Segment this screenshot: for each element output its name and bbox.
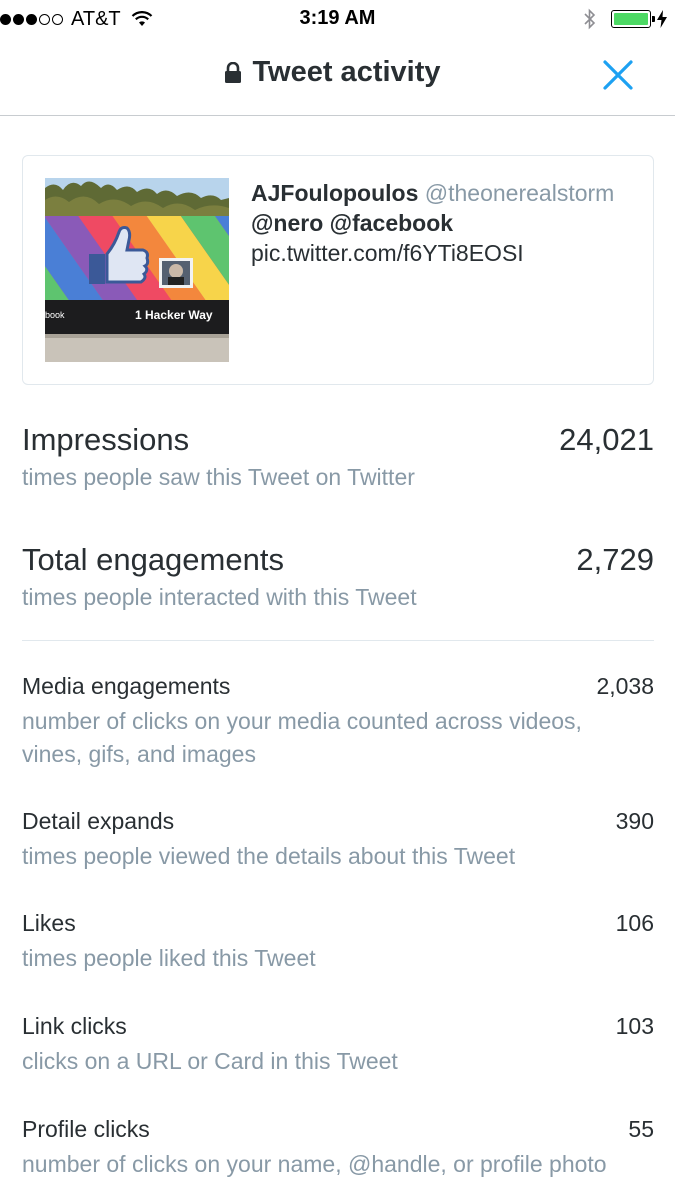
- page-title-text: Tweet activity: [252, 56, 441, 88]
- metric-media-engagements: Media engagements 2,038 number of clicks…: [22, 671, 654, 771]
- total-engagements-label: Total engagements: [22, 542, 284, 577]
- status-bar: AT&T 3:19 AM: [0, 0, 675, 38]
- metric-value: 2,038: [596, 673, 654, 699]
- total-engagements-value: 2,729: [576, 542, 654, 577]
- tweet-card[interactable]: book 1 Hacker Way AJFoulopoulos @theoner…: [22, 155, 654, 385]
- status-right: [583, 7, 667, 31]
- metric-label: Link clicks: [22, 1013, 127, 1039]
- metric-label: Profile clicks: [22, 1116, 150, 1142]
- metric-value: 103: [615, 1013, 654, 1039]
- metric-link-clicks: Link clicks 103 clicks on a URL or Card …: [22, 1011, 654, 1078]
- metric-desc: number of clicks on your media counted a…: [22, 708, 582, 767]
- status-time: 3:19 AM: [299, 7, 376, 29]
- close-icon[interactable]: [601, 58, 635, 92]
- impressions-stat: Impressions 24,021 times people saw this…: [22, 422, 654, 491]
- tweet-mentions[interactable]: @nero @facebook: [251, 208, 639, 238]
- metric-value: 55: [628, 1116, 654, 1142]
- metric-value: 390: [615, 808, 654, 834]
- page-title: Tweet activity: [0, 56, 675, 89]
- total-engagements-stat: Total engagements 2,729 times people int…: [22, 542, 654, 611]
- tweet-photo: book 1 Hacker Way: [45, 178, 229, 362]
- metric-label: Media engagements: [22, 673, 231, 699]
- impressions-value: 24,021: [559, 422, 654, 457]
- metric-desc: times people viewed the details about th…: [22, 843, 516, 869]
- metric-desc: times people liked this Tweet: [22, 945, 316, 971]
- tweet-author-name[interactable]: AJFoulopoulos: [251, 180, 418, 206]
- metric-label: Likes: [22, 910, 76, 936]
- metric-desc: number of clicks on your name, @handle, …: [22, 1151, 607, 1177]
- metric-desc: clicks on a URL or Card in this Tweet: [22, 1048, 398, 1074]
- battery-level: [614, 13, 648, 25]
- metric-label: Detail expands: [22, 808, 175, 834]
- metric-value: 106: [615, 910, 654, 936]
- tweet-text: AJFoulopoulos @theonerealstorm @nero @fa…: [251, 178, 639, 268]
- battery-icon: [611, 10, 655, 28]
- charging-icon: [657, 10, 667, 28]
- lock-icon: [225, 61, 242, 83]
- tweet-link[interactable]: pic.twitter.com/f6YTi8EOSI: [251, 238, 639, 268]
- metric-profile-clicks: Profile clicks 55 number of clicks on yo…: [22, 1114, 654, 1181]
- divider: [22, 640, 654, 641]
- nav-bar: Tweet activity: [0, 38, 675, 116]
- total-engagements-desc: times people interacted with this Tweet: [22, 584, 417, 610]
- sign-left-text: book: [45, 310, 65, 320]
- tweet-media-image[interactable]: book 1 Hacker Way: [45, 178, 229, 362]
- tweet-author-handle[interactable]: @theonerealstorm: [425, 180, 615, 206]
- metric-likes: Likes 106 times people liked this Tweet: [22, 908, 654, 975]
- impressions-desc: times people saw this Tweet on Twitter: [22, 464, 415, 490]
- bluetooth-icon: [584, 8, 596, 30]
- sign-address-text: 1 Hacker Way: [135, 308, 213, 322]
- metric-detail-expands: Detail expands 390 times people viewed t…: [22, 806, 654, 873]
